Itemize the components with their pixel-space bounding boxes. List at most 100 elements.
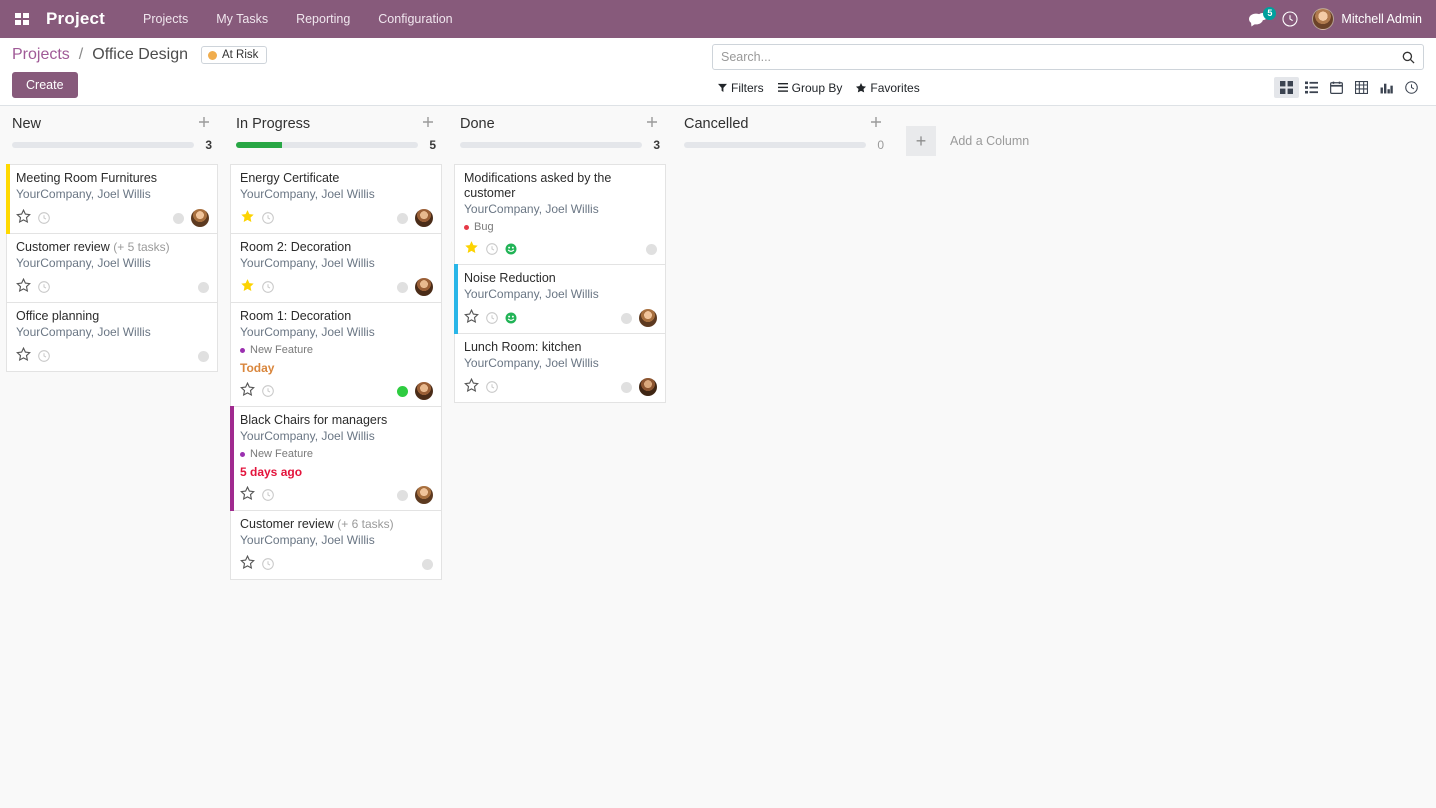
column-progress-bar[interactable] <box>12 142 194 148</box>
kanban-card[interactable]: Black Chairs for managers YourCompany, Jo… <box>230 406 442 511</box>
card-priority-star-icon[interactable] <box>16 208 31 227</box>
group-by-button[interactable]: Group By <box>771 79 850 97</box>
create-button[interactable]: Create <box>12 72 78 98</box>
card-status-dot[interactable] <box>198 350 209 362</box>
card-tag[interactable]: New Feature <box>240 448 433 460</box>
card-status-dot[interactable] <box>198 281 209 293</box>
kanban-card[interactable]: Lunch Room: kitchen YourCompany, Joel Wil… <box>454 334 666 403</box>
card-schedule-activity-icon[interactable] <box>486 243 498 255</box>
card-rating-happy-icon[interactable] <box>505 312 517 324</box>
card-schedule-activity-icon[interactable] <box>486 312 498 324</box>
kanban-card[interactable]: Noise Reduction YourCompany, Joel Willis <box>454 264 666 334</box>
main-menu: Projects My Tasks Reporting Configuratio… <box>129 3 467 35</box>
kanban-card[interactable]: Meeting Room Furnitures YourCompany, Joel… <box>6 164 218 234</box>
card-title: Noise Reduction <box>464 271 556 285</box>
apps-grid-icon[interactable] <box>8 6 36 32</box>
kanban-card[interactable]: Room 1: Decoration YourCompany, Joel Will… <box>230 303 442 407</box>
card-schedule-activity-icon[interactable] <box>38 212 50 224</box>
card-deadline: 5 days ago <box>240 465 303 479</box>
add-card-icon[interactable] <box>644 116 660 132</box>
add-card-icon[interactable] <box>196 116 212 132</box>
card-assignee-avatar[interactable] <box>639 378 657 396</box>
card-priority-star-icon[interactable] <box>240 554 255 573</box>
kanban-column-title: Cancelled <box>684 116 749 132</box>
card-rating-happy-icon[interactable] <box>505 243 517 255</box>
card-schedule-activity-icon[interactable] <box>262 558 274 570</box>
clock-icon[interactable] <box>1282 11 1298 27</box>
card-schedule-activity-icon[interactable] <box>38 350 50 362</box>
add-card-icon[interactable] <box>420 116 436 132</box>
card-status-dot[interactable] <box>621 312 632 324</box>
card-priority-star-icon[interactable] <box>464 308 479 327</box>
card-schedule-activity-icon[interactable] <box>262 385 274 397</box>
card-assignee-avatar[interactable] <box>415 209 433 227</box>
kanban-icon[interactable] <box>1274 77 1299 98</box>
tag-dot-icon <box>240 451 245 457</box>
column-progress-bar[interactable] <box>684 142 866 148</box>
card-priority-star-icon[interactable] <box>464 240 479 258</box>
card-schedule-activity-icon[interactable] <box>262 489 274 501</box>
card-assignee-avatar[interactable] <box>191 209 209 227</box>
card-assignee-avatar[interactable] <box>415 486 433 504</box>
card-title: Room 1: Decoration <box>240 309 352 323</box>
kanban-card[interactable]: Energy Certificate YourCompany, Joel Will… <box>230 164 442 234</box>
kanban-card[interactable]: Office planning YourCompany, Joel Willis <box>6 303 218 372</box>
card-tag[interactable]: Bug <box>464 221 657 233</box>
card-status-dot[interactable] <box>646 243 657 255</box>
add-column-plus-icon[interactable]: + <box>906 126 936 156</box>
card-assignee-avatar[interactable] <box>639 309 657 327</box>
filters-button[interactable]: Filters <box>712 79 771 97</box>
card-schedule-activity-icon[interactable] <box>38 281 50 293</box>
status-badge[interactable]: At Risk <box>201 46 268 64</box>
kanban-card[interactable]: Customer review (+ 6 tasks) YourCompany, … <box>230 511 442 580</box>
column-record-count: 3 <box>205 138 212 152</box>
menu-item-reporting[interactable]: Reporting <box>282 3 364 35</box>
kanban-card[interactable]: Modifications asked by the customer YourC… <box>454 164 666 265</box>
card-priority-star-icon[interactable] <box>240 209 255 227</box>
card-status-dot[interactable] <box>397 212 408 224</box>
card-tag-label: New Feature <box>250 344 313 356</box>
column-progress-bar[interactable] <box>460 142 642 148</box>
card-subtitle: YourCompany, Joel Willis <box>240 256 375 270</box>
column-progress-bar[interactable] <box>236 142 418 148</box>
list-icon[interactable] <box>1299 77 1324 98</box>
search-icon[interactable] <box>1402 51 1415 64</box>
card-status-dot[interactable] <box>397 281 408 293</box>
card-priority-star-icon[interactable] <box>240 278 255 296</box>
kanban-card[interactable]: Room 2: Decoration YourCompany, Joel Will… <box>230 234 442 303</box>
kanban-card[interactable]: Customer review (+ 5 tasks) YourCompany, … <box>6 234 218 303</box>
user-menu[interactable]: Mitchell Admin <box>1312 8 1422 30</box>
breadcrumb-projects[interactable]: Projects <box>12 46 70 64</box>
menu-item-configuration[interactable]: Configuration <box>364 3 466 35</box>
menu-item-my-tasks[interactable]: My Tasks <box>202 3 282 35</box>
card-assignee-avatar[interactable] <box>415 382 433 400</box>
card-status-dot[interactable] <box>397 385 408 397</box>
card-priority-star-icon[interactable] <box>240 381 255 400</box>
card-status-dot[interactable] <box>397 489 408 501</box>
card-schedule-activity-icon[interactable] <box>486 381 498 393</box>
bar-chart-icon[interactable] <box>1374 77 1399 98</box>
card-tag[interactable]: New Feature <box>240 344 433 356</box>
risk-dot-icon <box>208 50 217 60</box>
chat-bubbles-icon[interactable]: 5 <box>1249 6 1277 27</box>
card-priority-star-icon[interactable] <box>16 277 31 296</box>
card-status-dot[interactable] <box>422 558 433 570</box>
card-priority-star-icon[interactable] <box>464 377 479 396</box>
calendar-icon[interactable] <box>1324 77 1349 98</box>
card-status-dot[interactable] <box>173 212 184 224</box>
card-priority-star-icon[interactable] <box>240 485 255 504</box>
favorites-button[interactable]: Favorites <box>849 79 926 97</box>
app-brand-title[interactable]: Project <box>46 9 105 29</box>
user-name-label: Mitchell Admin <box>1341 12 1422 26</box>
add-column-control[interactable]: + Add a Column <box>906 116 1029 156</box>
card-status-dot[interactable] <box>621 381 632 393</box>
search-input[interactable] <box>721 50 1402 64</box>
add-card-icon[interactable] <box>868 116 884 132</box>
card-assignee-avatar[interactable] <box>415 278 433 296</box>
pivot-table-icon[interactable] <box>1349 77 1374 98</box>
activity-clock-icon[interactable] <box>1399 77 1424 98</box>
card-schedule-activity-icon[interactable] <box>262 212 274 224</box>
card-priority-star-icon[interactable] <box>16 346 31 365</box>
menu-item-projects[interactable]: Projects <box>129 3 202 35</box>
card-schedule-activity-icon[interactable] <box>262 281 274 293</box>
